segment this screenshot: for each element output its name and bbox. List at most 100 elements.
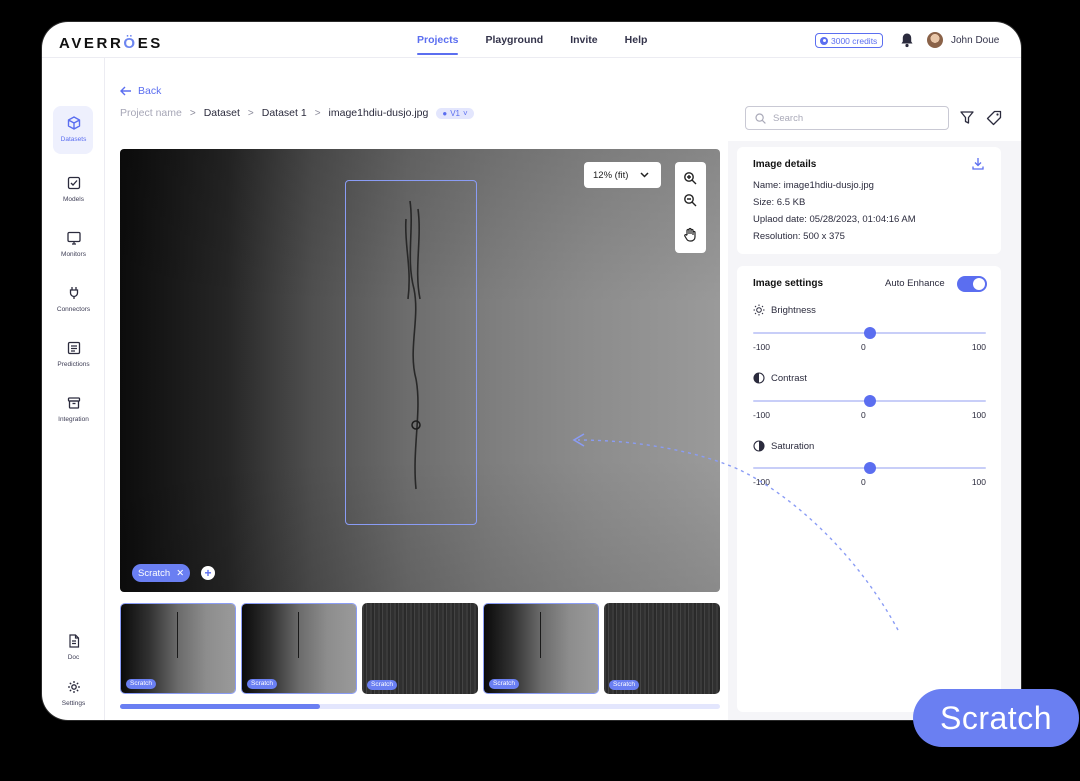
chevron-down-icon: ˅ bbox=[463, 108, 468, 118]
sidebar-item-predictions[interactable]: Predictions bbox=[42, 341, 105, 368]
image-viewer[interactable]: 12% (fit) Scratch ✕ + bbox=[120, 149, 720, 592]
breadcrumb: Project name > Dataset > Dataset 1 > ima… bbox=[120, 107, 474, 119]
thumbnail[interactable]: Scratch bbox=[483, 603, 599, 694]
brightness-label: Brightness bbox=[753, 304, 816, 316]
saturation-icon bbox=[753, 440, 765, 452]
sidebar-item-models[interactable]: Models bbox=[42, 176, 105, 203]
details-title: Image details bbox=[753, 159, 817, 170]
sidebar-item-settings[interactable]: Settings bbox=[42, 680, 105, 707]
main-nav: Projects Playground Invite Help bbox=[417, 34, 648, 55]
thumbnail-tag: Scratch bbox=[367, 680, 398, 690]
chevron-right-icon: > bbox=[247, 107, 254, 119]
zoom-select[interactable]: 12% (fit) bbox=[584, 162, 661, 188]
crumb-dataset[interactable]: Dataset bbox=[204, 107, 240, 119]
tag-label: Scratch bbox=[138, 567, 171, 579]
thumbnail[interactable]: Scratch bbox=[362, 603, 478, 694]
plug-icon bbox=[69, 287, 78, 299]
crumb-project[interactable]: Project name bbox=[120, 107, 182, 119]
credits-label: 3000 credits bbox=[831, 35, 878, 46]
cube-icon bbox=[67, 116, 80, 130]
zoom-value: 12% (fit) bbox=[593, 169, 629, 181]
saturation-slider[interactable] bbox=[753, 462, 986, 474]
back-link[interactable]: Back bbox=[120, 85, 161, 97]
thumbnail-scrollbar[interactable] bbox=[120, 704, 720, 709]
crumb-dataset-1[interactable]: Dataset 1 bbox=[262, 107, 307, 119]
contrast-label: Contrast bbox=[753, 372, 807, 384]
chevron-right-icon: > bbox=[189, 107, 196, 119]
document-icon bbox=[68, 634, 79, 648]
detail-name: Name: image1hdiu-dusjo.jpg bbox=[753, 180, 874, 191]
nav-projects[interactable]: Projects bbox=[417, 34, 459, 55]
sidebar-item-label: Connectors bbox=[56, 306, 91, 313]
detail-resolution: Resolution: 500 x 375 bbox=[753, 231, 845, 242]
sidebar-item-connectors[interactable]: Connectors bbox=[42, 286, 105, 313]
zoom-in-icon[interactable] bbox=[683, 171, 697, 185]
thumbnail[interactable]: Scratch bbox=[604, 603, 720, 694]
scratch-callout-chip: Scratch bbox=[913, 689, 1079, 747]
sidebar-item-datasets[interactable]: Datasets bbox=[42, 106, 105, 154]
thumbnail-tag: Scratch bbox=[609, 680, 640, 690]
thumbnail[interactable]: Scratch bbox=[241, 603, 357, 694]
slider-knob[interactable] bbox=[863, 327, 876, 339]
app-window: AVERRÖES Projects Playground Invite Help… bbox=[42, 22, 1021, 720]
coin-icon bbox=[820, 36, 828, 45]
avatar[interactable] bbox=[927, 32, 943, 48]
sidebar-item-label: Integration bbox=[58, 416, 89, 423]
checkbox-icon bbox=[67, 176, 80, 190]
bell-icon[interactable] bbox=[900, 32, 914, 48]
download-icon[interactable] bbox=[972, 157, 984, 170]
contrast-slider[interactable] bbox=[753, 395, 986, 407]
nav-invite[interactable]: Invite bbox=[570, 34, 597, 46]
sidebar-item-doc[interactable]: Doc bbox=[42, 634, 105, 661]
search-placeholder: Search bbox=[773, 112, 804, 124]
auto-enhance-label: Auto Enhance bbox=[885, 278, 945, 289]
sidebar-item-integration[interactable]: Integration bbox=[42, 396, 105, 423]
close-icon[interactable]: ✕ bbox=[176, 568, 184, 579]
image-settings-card: Image settings Auto Enhance Brightness -… bbox=[737, 266, 1001, 712]
saturation-label: Saturation bbox=[753, 440, 814, 452]
top-header: AVERRÖES Projects Playground Invite Help… bbox=[42, 22, 1021, 58]
search-input[interactable]: Search bbox=[745, 106, 949, 130]
search-icon bbox=[755, 112, 766, 124]
slider-knob[interactable] bbox=[863, 395, 876, 407]
thumbnail-strip: Scratch Scratch Scratch Scratch Scratch bbox=[120, 603, 720, 695]
sidebar-item-label: Settings bbox=[61, 700, 86, 707]
sidebar-item-label: Monitors bbox=[61, 251, 86, 258]
logo[interactable]: AVERRÖES bbox=[59, 35, 163, 52]
monitor-icon bbox=[66, 231, 81, 245]
sidebar-item-monitors[interactable]: Monitors bbox=[42, 231, 105, 258]
tag-icon[interactable] bbox=[986, 110, 1002, 126]
sun-icon bbox=[753, 304, 765, 316]
slider-knob[interactable] bbox=[863, 462, 876, 474]
chevron-down-icon bbox=[640, 172, 649, 178]
contrast-icon bbox=[753, 372, 765, 384]
hand-pan-icon[interactable] bbox=[683, 227, 697, 242]
chevron-right-icon: > bbox=[314, 107, 321, 119]
back-label: Back bbox=[138, 85, 162, 97]
brightness-slider[interactable] bbox=[753, 327, 986, 339]
nav-help[interactable]: Help bbox=[625, 34, 648, 46]
tag-chip-scratch[interactable]: Scratch ✕ bbox=[132, 564, 191, 582]
bounding-box[interactable] bbox=[345, 180, 477, 525]
arrow-left-icon bbox=[120, 86, 131, 96]
image-details-card: Image details Name: image1hdiu-dusjo.jpg… bbox=[737, 147, 1001, 254]
zoom-out-icon[interactable] bbox=[683, 193, 697, 207]
gear-icon bbox=[67, 681, 80, 693]
auto-enhance-toggle[interactable] bbox=[957, 276, 987, 292]
list-icon bbox=[67, 341, 80, 355]
add-tag-button[interactable]: + bbox=[201, 566, 215, 580]
filter-icon[interactable] bbox=[960, 111, 974, 124]
viewer-toolbar bbox=[675, 162, 706, 253]
user-name[interactable]: John Doue bbox=[951, 35, 999, 46]
scrollbar-thumb[interactable] bbox=[120, 704, 320, 709]
sidebar-item-label: Datasets bbox=[60, 136, 87, 143]
layers-icon: ● bbox=[442, 108, 448, 118]
version-dropdown[interactable]: ● V1 ˅ bbox=[436, 107, 474, 119]
detail-size: Size: 6.5 KB bbox=[753, 197, 806, 208]
sidebar-item-label: Models bbox=[63, 196, 84, 203]
nav-playground[interactable]: Playground bbox=[485, 34, 543, 46]
sidebar: Datasets Models Monitors Connectors Pred… bbox=[42, 58, 105, 720]
credits-badge[interactable]: 3000 credits bbox=[815, 33, 884, 48]
thumbnail-tag: Scratch bbox=[126, 679, 157, 689]
thumbnail[interactable]: Scratch bbox=[120, 603, 236, 694]
